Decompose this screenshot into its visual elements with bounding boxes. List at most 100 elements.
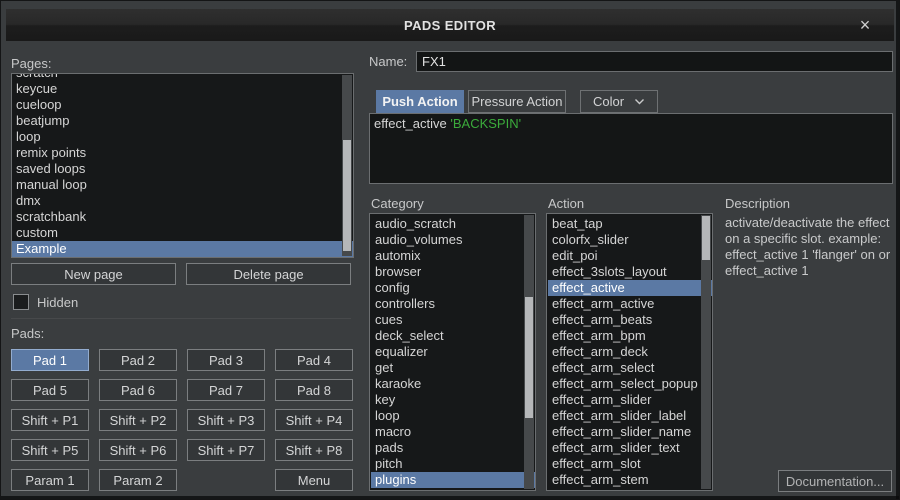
action-list[interactable]: beat_tapcolorfx_slideredit_poieffect_3sl… xyxy=(546,213,713,491)
category-item[interactable]: plugins xyxy=(371,472,535,488)
pad-button[interactable]: Shift + P7 xyxy=(187,439,265,461)
pad-button[interactable]: Shift + P1 xyxy=(11,409,89,431)
pad-button[interactable]: Shift + P8 xyxy=(275,439,353,461)
pages-list-item[interactable]: beatjump xyxy=(12,113,353,129)
category-item[interactable]: pitch xyxy=(371,456,535,472)
script-editor[interactable]: effect_active 'BACKSPIN' xyxy=(369,113,893,184)
pad-button[interactable]: Menu xyxy=(275,469,353,491)
pages-label: Pages: xyxy=(11,56,51,71)
pad-button[interactable]: Pad 5 xyxy=(11,379,89,401)
pages-list-item[interactable]: saved loops xyxy=(12,161,353,177)
pages-scrollbar-thumb[interactable] xyxy=(343,140,351,250)
pads-label: Pads: xyxy=(11,326,44,341)
category-item[interactable]: karaoke xyxy=(371,376,535,392)
pads-grid: Pad 1 Pad 2 Pad 3 Pad 4 Pad 5 Pad 6 Pad 7 Pad 8… xyxy=(11,349,353,491)
pad-button[interactable]: Pad 4 xyxy=(275,349,353,371)
action-item[interactable]: effect_active xyxy=(548,280,712,296)
divider xyxy=(11,318,351,319)
new-page-button[interactable]: New page xyxy=(11,263,176,285)
name-label: Name: xyxy=(369,54,407,69)
name-input[interactable] xyxy=(416,51,893,72)
pages-list-item[interactable]: scratchbank xyxy=(12,209,353,225)
description-header: Description xyxy=(725,196,790,211)
pages-list-item[interactable]: remix points xyxy=(12,145,353,161)
pages-scrollbar[interactable] xyxy=(342,75,352,256)
category-scrollbar[interactable] xyxy=(524,215,534,489)
pages-list-item[interactable]: keycue xyxy=(12,81,353,97)
pad-button[interactable]: Pad 8 xyxy=(275,379,353,401)
close-icon[interactable]: × xyxy=(854,9,876,41)
documentation-label: Documentation... xyxy=(786,474,884,489)
action-scrollbar[interactable] xyxy=(701,215,711,489)
category-item[interactable]: equalizer xyxy=(371,344,535,360)
tab-push-action[interactable]: Push Action xyxy=(376,90,464,113)
pages-list[interactable]: scratchkeycuecueloopbeatjumploopremix po… xyxy=(11,73,354,258)
delete-page-button[interactable]: Delete page xyxy=(186,263,351,285)
action-description: activate/deactivate the effect on a spec… xyxy=(725,215,897,279)
documentation-button[interactable]: Documentation... xyxy=(778,470,892,492)
pad-button[interactable]: Shift + P5 xyxy=(11,439,89,461)
action-item[interactable]: effect_arm_select_popup xyxy=(548,376,712,392)
pad-button[interactable]: Shift + P2 xyxy=(99,409,177,431)
tab-pressure-action[interactable]: Pressure Action xyxy=(468,90,566,113)
category-item[interactable]: audio_scratch xyxy=(371,216,535,232)
pad-button[interactable]: Pad 1 xyxy=(11,349,89,371)
hidden-checkbox[interactable] xyxy=(13,294,29,310)
action-item[interactable]: effect_3slots_layout xyxy=(548,264,712,280)
action-item[interactable]: beat_tap xyxy=(548,216,712,232)
pad-button[interactable]: Param 2 xyxy=(99,469,177,491)
pages-list-item[interactable]: dmx xyxy=(12,193,353,209)
pad-button[interactable]: Shift + P4 xyxy=(275,409,353,431)
category-scrollbar-thumb[interactable] xyxy=(525,297,533,418)
script-string-literal: 'BACKSPIN' xyxy=(450,116,521,131)
pages-list-item[interactable]: loop xyxy=(12,129,353,145)
title-bar: PADS EDITOR × xyxy=(6,9,894,41)
category-item[interactable]: key xyxy=(371,392,535,408)
action-item[interactable]: effect_arm_select xyxy=(548,360,712,376)
pages-list-item[interactable]: cueloop xyxy=(12,97,353,113)
pages-list-item[interactable]: scratch xyxy=(12,73,353,81)
pages-list-item[interactable]: manual loop xyxy=(12,177,353,193)
category-item[interactable]: loop xyxy=(371,408,535,424)
action-item[interactable]: edit_poi xyxy=(548,248,712,264)
pages-list-item[interactable]: Example xyxy=(12,241,353,257)
pad-button[interactable]: Shift + P3 xyxy=(187,409,265,431)
pad-button[interactable]: Shift + P6 xyxy=(99,439,177,461)
action-item[interactable]: effect_arm_beats xyxy=(548,312,712,328)
pad-button[interactable]: Param 1 xyxy=(11,469,89,491)
action-item[interactable]: effect_arm_slot xyxy=(548,456,712,472)
category-list[interactable]: audio_scratchaudio_volumesautomixbrowser… xyxy=(369,213,536,491)
pad-button[interactable]: Pad 2 xyxy=(99,349,177,371)
action-item[interactable]: effect_arm_active xyxy=(548,296,712,312)
category-item[interactable]: pads xyxy=(371,440,535,456)
pads-editor-dialog: PADS EDITOR × Pages: scratchkeycuecueloo… xyxy=(0,0,900,500)
category-item[interactable]: audio_volumes xyxy=(371,232,535,248)
category-item[interactable]: automix xyxy=(371,248,535,264)
action-item[interactable]: effect_arm_stem xyxy=(548,472,712,488)
category-item[interactable]: get xyxy=(371,360,535,376)
category-item[interactable]: cues xyxy=(371,312,535,328)
window-frame-bottom xyxy=(1,496,899,499)
action-item[interactable]: colorfx_slider xyxy=(548,232,712,248)
delete-page-label: Delete page xyxy=(233,267,303,282)
action-item[interactable]: effect_arm_bpm xyxy=(548,328,712,344)
pad-button[interactable]: Pad 7 xyxy=(187,379,265,401)
action-item[interactable]: effect_arm_slider_label xyxy=(548,408,712,424)
action-header: Action xyxy=(548,196,584,211)
pad-button[interactable]: Pad 6 xyxy=(99,379,177,401)
category-item[interactable]: macro xyxy=(371,424,535,440)
action-item[interactable]: effect_arm_deck xyxy=(548,344,712,360)
chevron-down-icon xyxy=(634,98,645,105)
category-item[interactable]: deck_select xyxy=(371,328,535,344)
action-scrollbar-thumb[interactable] xyxy=(702,216,710,260)
script-action-text: effect_active xyxy=(374,116,450,131)
category-item[interactable]: browser xyxy=(371,264,535,280)
color-dropdown[interactable]: Color xyxy=(580,90,658,113)
category-item[interactable]: config xyxy=(371,280,535,296)
action-item[interactable]: effect_arm_slider_name xyxy=(548,424,712,440)
category-item[interactable]: controllers xyxy=(371,296,535,312)
pages-list-item[interactable]: custom xyxy=(12,225,353,241)
action-item[interactable]: effect_arm_slider xyxy=(548,392,712,408)
action-item[interactable]: effect_arm_slider_text xyxy=(548,440,712,456)
pad-button[interactable]: Pad 3 xyxy=(187,349,265,371)
